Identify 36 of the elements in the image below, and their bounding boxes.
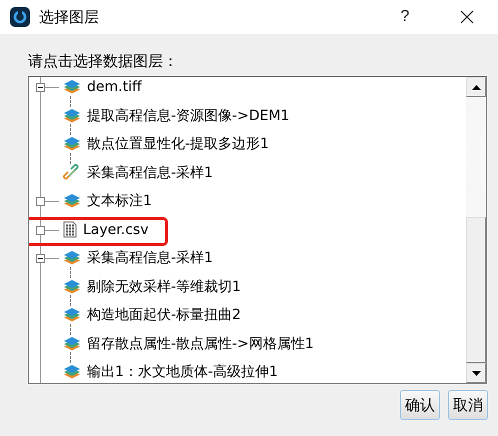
collapse-toggle[interactable] <box>36 83 45 92</box>
layer-stack-icon <box>63 364 81 380</box>
layer-stack-icon <box>63 278 81 295</box>
expand-toggle[interactable] <box>36 226 45 235</box>
link-icon <box>63 164 81 182</box>
close-icon <box>460 10 474 24</box>
layer-stack-icon <box>63 193 81 210</box>
layer-stack-icon <box>63 250 81 266</box>
layer-label[interactable]: 采集高程信息-采样1 <box>87 249 213 268</box>
confirm-button[interactable]: 确认 <box>400 390 440 420</box>
layer-label[interactable]: 散点位置显性化-提取多边形1 <box>87 135 269 154</box>
scroll-up-icon <box>472 84 480 90</box>
layer-stack-icon <box>63 108 81 124</box>
layer-label[interactable]: 文本标注1 <box>87 192 152 210</box>
layer-label[interactable]: 留存散点属性-散点属性->网格属性1 <box>87 334 314 353</box>
expand-toggle[interactable] <box>36 197 45 206</box>
cancel-button[interactable]: 取消 <box>448 390 488 420</box>
help-button[interactable]: ? <box>382 0 428 34</box>
scrollbar[interactable] <box>466 77 486 383</box>
window-title: 选择图层 <box>39 8 100 26</box>
layer-stack-icon <box>63 336 81 352</box>
layer-label[interactable]: Layer.csv <box>83 222 148 238</box>
layer-label[interactable]: 采集高程信息-采样1 <box>87 164 213 182</box>
layer-stack-icon <box>63 307 81 324</box>
layer-label[interactable]: dem.tiff <box>87 79 142 96</box>
layer-label[interactable]: 提取高程信息-资源图像->DEM1 <box>87 106 290 125</box>
collapse-toggle[interactable] <box>36 254 45 264</box>
prompt-text: 请点击选择数据图层： <box>28 51 179 72</box>
layer-label[interactable]: 构造地面起伏-标量扭曲2 <box>87 306 241 324</box>
layer-label[interactable]: 输出1：水文地质体-高级拉伸1 <box>87 363 278 382</box>
app-logo-icon <box>10 7 30 27</box>
layer-stack-icon <box>63 79 81 96</box>
layer-label[interactable]: 剔除无效采样-等维裁切1 <box>87 278 241 296</box>
scroll-down-icon <box>472 370 480 376</box>
spreadsheet-icon <box>63 221 77 238</box>
layer-stack-icon <box>63 136 81 152</box>
